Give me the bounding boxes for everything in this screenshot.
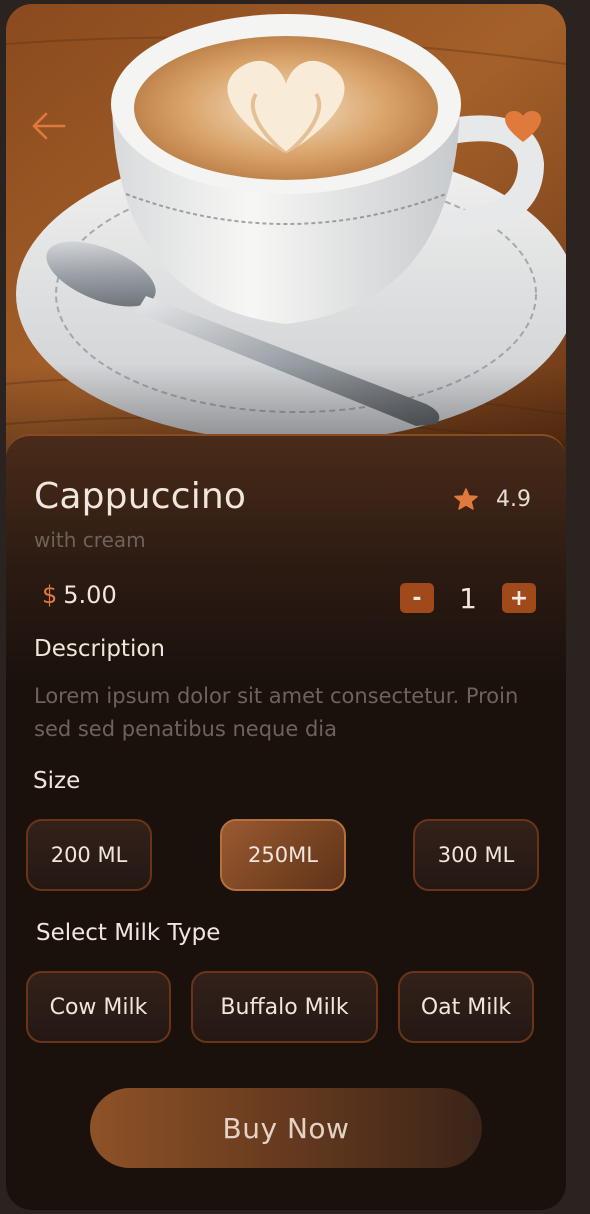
product-price: $ 5.00: [42, 581, 117, 609]
rating-value: 4.9: [496, 486, 531, 512]
product-hero: [6, 4, 566, 454]
product-detail-panel: Cappuccino with cream 4.9 $ 5.00 - 1 + D…: [6, 434, 566, 1210]
product-rating: 4.9: [454, 484, 531, 514]
price-value: 5.00: [63, 581, 117, 609]
product-subtitle: with cream: [34, 528, 146, 552]
size-option-250ml[interactable]: 250ML: [220, 819, 346, 891]
milk-heading: Select Milk Type: [36, 920, 221, 946]
product-title: Cappuccino: [34, 476, 247, 517]
milk-option-buffalo[interactable]: Buffalo Milk: [191, 971, 378, 1043]
decrement-button[interactable]: -: [400, 583, 434, 613]
size-heading: Size: [33, 768, 81, 794]
back-button[interactable]: [28, 106, 68, 146]
description-text: Lorem ipsum dolor sit amet consectetur. …: [34, 684, 519, 741]
star-icon: [454, 488, 478, 510]
arrow-left-icon: [32, 112, 66, 140]
cappuccino-photo: [6, 4, 566, 454]
favorite-button[interactable]: [502, 106, 544, 148]
increment-button[interactable]: +: [502, 583, 536, 613]
quantity-value: 1: [459, 581, 477, 615]
milk-option-cow[interactable]: Cow Milk: [26, 971, 171, 1043]
size-option-200ml[interactable]: 200 ML: [26, 819, 152, 891]
heart-icon: [505, 111, 541, 142]
milk-option-oat[interactable]: Oat Milk: [398, 971, 534, 1043]
buy-now-button[interactable]: Buy Now: [90, 1088, 482, 1168]
size-option-300ml[interactable]: 300 ML: [413, 819, 539, 891]
currency-symbol: $: [42, 581, 58, 609]
quantity-stepper: - 1 +: [400, 581, 536, 615]
product-detail-card: Cappuccino with cream 4.9 $ 5.00 - 1 + D…: [6, 4, 566, 1210]
description-heading: Description: [34, 636, 165, 662]
